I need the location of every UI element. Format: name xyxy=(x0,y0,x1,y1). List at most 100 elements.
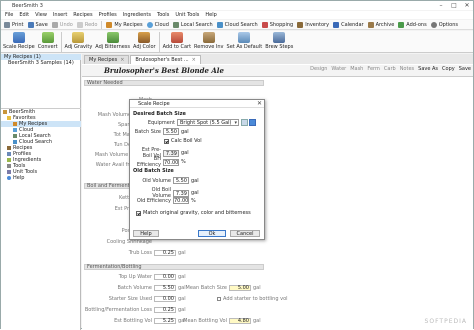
brew-steps-button[interactable]: Brew Steps xyxy=(265,31,293,50)
adj-bitterness-button[interactable]: Adj Bitterness xyxy=(95,31,130,50)
maximize-button[interactable]: □ xyxy=(448,1,460,10)
hops-icon xyxy=(106,32,119,43)
carb-tab[interactable]: Carb xyxy=(384,66,396,72)
calendar-button[interactable]: Calendar xyxy=(333,21,364,28)
calculator-icon xyxy=(7,170,11,174)
beer-icon xyxy=(3,110,7,114)
recipe-title: Brulosopher's Best Blonde Ale xyxy=(104,66,224,75)
chevron-down-icon: ▾ xyxy=(234,120,237,126)
open-equipment-icon[interactable] xyxy=(249,119,256,126)
close-tab-icon[interactable]: × xyxy=(192,57,196,63)
folder-samples[interactable]: BeerSmith 3 Samples (14) xyxy=(1,60,81,66)
match-row[interactable]: Match original gravity, color and bitter… xyxy=(136,210,251,216)
edit-equipment-icon[interactable] xyxy=(241,119,248,126)
dialog-title: Scale Recipe xyxy=(138,100,170,107)
old-volume-input[interactable]: 5.50 xyxy=(173,177,189,184)
save-button[interactable]: Save xyxy=(459,66,471,72)
grain-icon xyxy=(7,158,11,162)
old-volume-row: Old Volume 5.50 gal xyxy=(142,177,199,184)
trub-loss-field[interactable]: 0.25 xyxy=(154,250,176,256)
convert-button[interactable]: Convert xyxy=(38,31,58,50)
toolbar-separator xyxy=(60,32,62,52)
add-ons-button[interactable]: Add-ons xyxy=(398,21,427,28)
menu-insert[interactable]: Insert xyxy=(53,12,67,18)
water-tab[interactable]: Water xyxy=(331,66,346,72)
top-up-water-field[interactable]: 0.00 xyxy=(154,274,176,280)
equipment-select[interactable]: Bright Spot (5.5 Gal) ▾ xyxy=(177,119,239,126)
recipe-tools: Design Water Mash Ferm Carb Notes Save A… xyxy=(306,66,471,72)
options-button[interactable]: Options xyxy=(430,21,458,28)
old-boil-input[interactable]: 7.39 xyxy=(173,189,189,197)
shopping-button[interactable]: Shopping xyxy=(261,21,293,28)
ok-button[interactable]: Ok xyxy=(198,230,226,237)
menu-profiles[interactable]: Profiles xyxy=(99,12,117,18)
inventory-button[interactable]: Inventory xyxy=(297,21,329,28)
menu-recipes[interactable]: Recipes xyxy=(73,12,92,18)
tab-my-recipes[interactable]: My Recipes × xyxy=(84,55,130,64)
archive-button[interactable]: Archive xyxy=(367,21,394,28)
box-icon xyxy=(297,21,304,28)
menu-view[interactable]: View xyxy=(35,12,47,18)
menu-edit[interactable]: Edit xyxy=(19,12,29,18)
recipe-icon xyxy=(7,146,11,150)
tree-item-help[interactable]: Help xyxy=(1,175,81,181)
window-title: BeerSmith 3 xyxy=(12,2,43,9)
dialog-title-bar: Scale Recipe xyxy=(130,100,264,108)
help-button[interactable]: Help xyxy=(133,230,159,237)
local-search-button[interactable]: Local Search xyxy=(172,21,213,28)
menu-file[interactable]: File xyxy=(5,12,13,18)
minimize-button[interactable]: – xyxy=(435,1,447,10)
adj-color-button[interactable]: Adj Color xyxy=(133,31,156,50)
section-old-batch: Old Batch Size xyxy=(133,168,174,174)
mean-batch-field[interactable]: 5.00 xyxy=(229,285,251,291)
mean-bottling-field[interactable]: 4.80 xyxy=(229,318,251,324)
ferm-tab[interactable]: Ferm xyxy=(367,66,380,72)
help-icon xyxy=(7,176,11,180)
remove-inv-button[interactable]: Remove Inv xyxy=(194,31,224,50)
copy-button[interactable]: Copy xyxy=(442,66,455,72)
save-as-button[interactable]: Save As xyxy=(418,66,438,72)
star-icon xyxy=(7,116,11,120)
section-fermentation-bottling: Fermentation/Bottling xyxy=(84,264,264,270)
dialog-close-icon[interactable]: ✕ xyxy=(257,100,262,107)
starter-checkbox-row[interactable]: Add starter to bottling vol xyxy=(217,296,288,302)
mean-batch-row: Mean Batch Size 5.00 gal xyxy=(185,285,261,291)
cloud-icon xyxy=(13,128,17,132)
cloud-search-button[interactable]: Cloud Search xyxy=(216,21,258,28)
cloud-button[interactable]: Cloud xyxy=(146,21,169,28)
batch-size-input[interactable]: 5.50 xyxy=(163,128,179,135)
my-recipes-button[interactable]: My Recipes xyxy=(106,21,143,28)
toolbar-separator xyxy=(101,20,103,29)
menu-unit-tools[interactable]: Unit Tools xyxy=(175,12,199,18)
print-button[interactable]: Print xyxy=(4,21,24,28)
calc-boil-row[interactable]: Calc Boil Vol xyxy=(164,138,202,144)
starter-size-field[interactable]: 0.00 xyxy=(154,296,176,302)
mash-tab[interactable]: Mash xyxy=(350,66,363,72)
design-tab[interactable]: Design xyxy=(310,66,327,72)
set-as-default-button[interactable]: Set As Default xyxy=(227,31,262,50)
tab-recipe[interactable]: Brulosopher's Best ... × xyxy=(130,55,201,64)
adj-gravity-button[interactable]: Adj Gravity xyxy=(65,31,92,50)
save-toolbar-button[interactable]: Save xyxy=(27,21,48,28)
redo-button[interactable]: Redo xyxy=(76,21,97,28)
undo-button[interactable]: Undo xyxy=(51,21,73,28)
add-to-cart-button[interactable]: Add to Cart xyxy=(163,31,191,50)
bh-efficiency-input[interactable]: 70.00 xyxy=(163,158,179,166)
calc-boil-checkbox[interactable] xyxy=(164,138,169,144)
close-tab-icon[interactable]: × xyxy=(120,57,124,63)
gear-icon xyxy=(430,21,437,28)
starter-checkbox[interactable] xyxy=(217,297,221,301)
disk-icon xyxy=(27,21,34,28)
match-checkbox[interactable] xyxy=(136,210,141,216)
cancel-button[interactable]: Cancel xyxy=(230,230,260,237)
menu-help[interactable]: Help xyxy=(205,12,216,18)
menu-tools[interactable]: Tools xyxy=(157,12,169,18)
bottling-loss-field[interactable]: 0.25 xyxy=(154,307,176,313)
scale-recipe-button[interactable]: Scale Recipe xyxy=(3,31,35,50)
notes-tab[interactable]: Notes xyxy=(400,66,414,72)
color-icon xyxy=(138,32,151,43)
bottling-loss-row: Bottling/Fermentation Loss 0.25 gal xyxy=(84,307,186,313)
close-button[interactable]: ✕ xyxy=(461,1,473,10)
old-efficiency-input[interactable]: 70.00 xyxy=(173,197,189,204)
menu-ingredients[interactable]: Ingredients xyxy=(123,12,151,18)
